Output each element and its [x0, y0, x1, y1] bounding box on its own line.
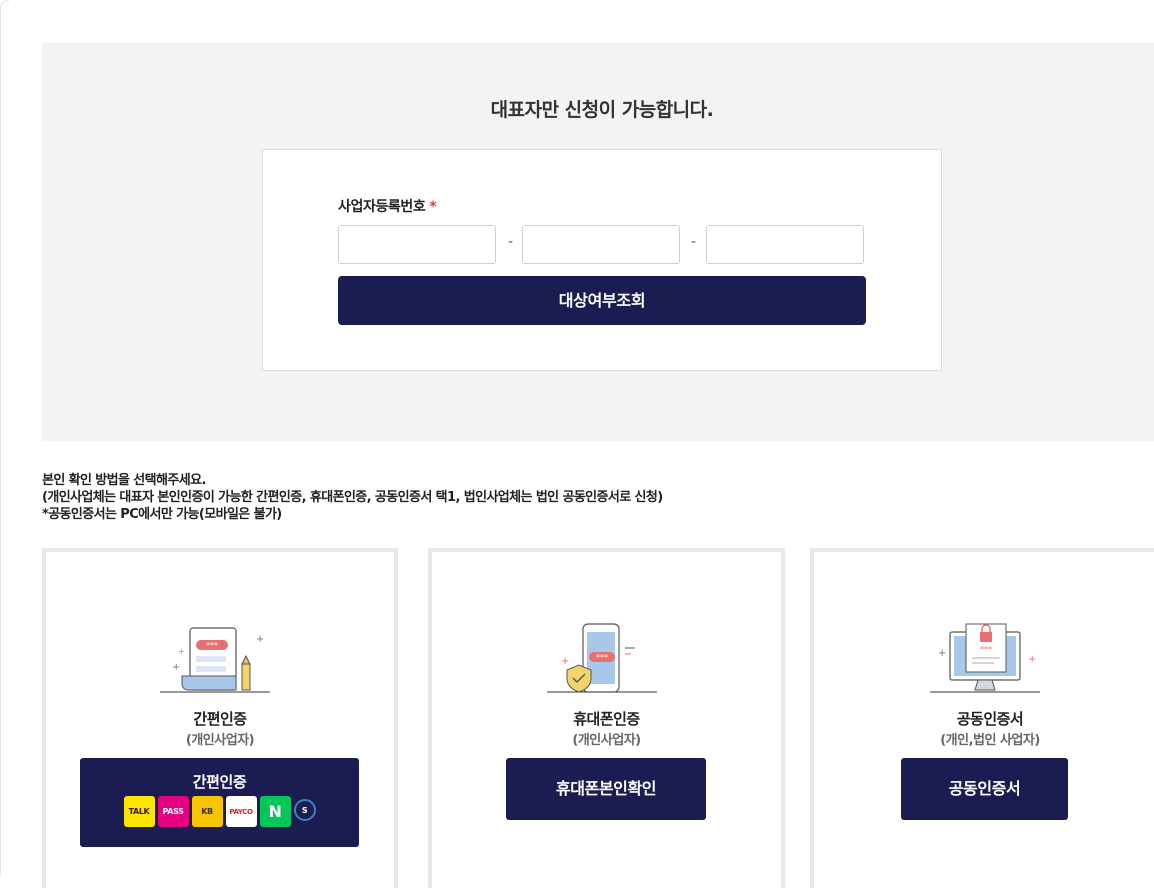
certificate-auth-button[interactable]: 공동인증서 [901, 758, 1068, 820]
svg-text:***: *** [596, 653, 608, 662]
separator-dash: - [508, 234, 514, 250]
window-frame-edge [0, 0, 9, 875]
phone-auth-subtitle: (개인사업자) [572, 733, 641, 748]
biz-number-label: 사업자등록번호 * [338, 196, 437, 216]
required-mark: * [429, 199, 437, 215]
biz-number-input-3[interactable] [706, 225, 864, 264]
biz-number-input-2[interactable] [522, 225, 680, 264]
svg-text:+: + [1028, 654, 1036, 665]
svg-text:+: + [256, 634, 264, 645]
payco-label: PAYCO [229, 807, 253, 816]
guide-line-3: *공동인증서는 PC에서만 가능(모바일은 불가) [42, 507, 282, 522]
certificate-auth-card: *** + + 공동인증서 (개인,법인 사업자) 공동인증서 [810, 548, 1154, 888]
payco-icon: PAYCO [225, 796, 257, 827]
simple-auth-title: 간편인증 [193, 710, 247, 728]
phone-shield-icon: *** + [546, 623, 657, 693]
svg-text:+: + [561, 656, 569, 667]
naver-icon: N [259, 796, 291, 827]
kakao-label: TALK [128, 807, 150, 816]
guide-line-1: 본인 확인 방법을 선택해주세요. [42, 473, 206, 488]
biz-number-label-text: 사업자등록번호 [338, 199, 426, 215]
kb-bank-icon: KB [191, 796, 223, 827]
biz-number-input-1[interactable] [338, 225, 496, 264]
guide-line-2: (개인사업체는 대표자 본인인증이 가능한 간편인증, 휴대폰인증, 공동인증서… [42, 490, 663, 505]
simple-auth-button[interactable]: 간편인증 TALK PASS KB PAYCO N S [80, 758, 359, 847]
naver-label: N [268, 802, 282, 821]
svg-text:***: *** [980, 645, 992, 654]
monitor-certificate-icon: *** + + [930, 623, 1040, 693]
phone-auth-card: *** + 휴대폰인증 (개인사업자) 휴대폰본인확인 [428, 548, 785, 888]
certificate-auth-subtitle: (개인,법인 사업자) [940, 733, 1040, 748]
shinhan-bank-icon: S [293, 799, 316, 821]
biz-number-form: 사업자등록번호 * - - 대상여부조회 [262, 149, 942, 371]
phone-auth-title: 휴대폰인증 [573, 710, 640, 728]
svg-text:***: *** [206, 641, 218, 650]
page-title: 대표자만 신청이 가능합니다. [490, 99, 714, 121]
pass-icon: PASS [157, 796, 189, 827]
eligibility-check-button[interactable]: 대상여부조회 [338, 276, 866, 325]
business-lookup-panel: 대표자만 신청이 가능합니다. 사업자등록번호 * - - 대상여부조회 [42, 43, 1154, 441]
auth-guide-text: 본인 확인 방법을 선택해주세요. (개인사업체는 대표자 본인인증이 가능한 … [42, 472, 663, 523]
simple-auth-subtitle: (개인사업자) [185, 733, 255, 748]
separator-dash: - [691, 234, 697, 250]
phone-auth-button[interactable]: 휴대폰본인확인 [506, 758, 706, 820]
document-password-icon: *** + + + [160, 627, 270, 693]
svg-text:+: + [938, 648, 946, 659]
pass-label: PASS [162, 807, 184, 816]
kakao-talk-icon: TALK [123, 796, 155, 827]
svg-text:+: + [178, 647, 185, 656]
shinhan-label: S [301, 805, 308, 815]
provider-logos: TALK PASS KB PAYCO N S [80, 796, 359, 827]
simple-auth-card: *** + + + 간편인증 (개인사업자) 간편인증 TALK PASS KB… [42, 548, 398, 888]
svg-text:+: + [172, 662, 180, 673]
kb-label: KB [201, 807, 213, 816]
simple-auth-button-label: 간편인증 [192, 773, 247, 791]
certificate-auth-title: 공동인증서 [956, 710, 1024, 728]
